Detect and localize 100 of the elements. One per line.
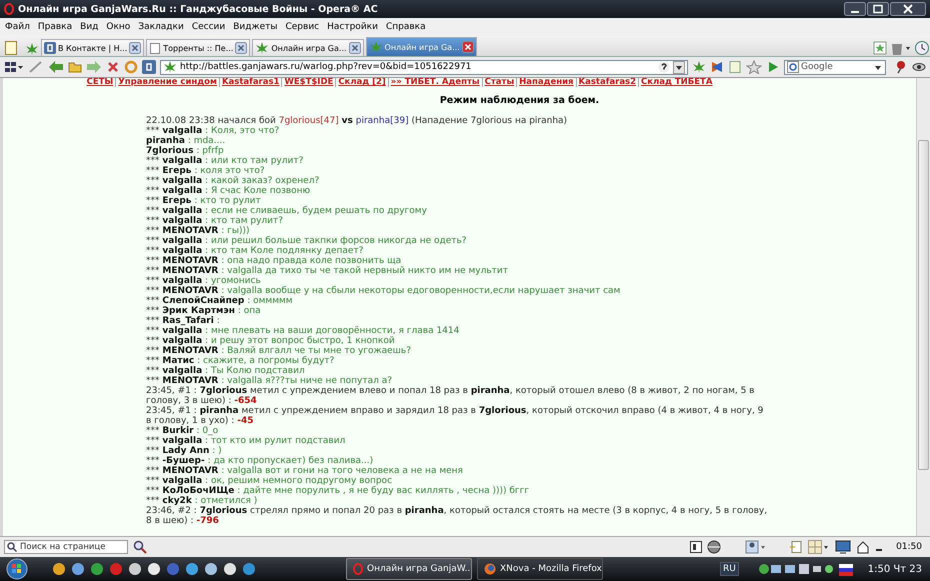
system-marker: *** — [146, 316, 160, 326]
document-icon[interactable] — [789, 540, 804, 554]
stop-icon[interactable] — [106, 60, 120, 74]
chat-message: : тот кто им рулит подставил — [205, 436, 346, 446]
search-icon[interactable] — [133, 540, 147, 554]
address-input[interactable]: http://battles.ganjawars.ru/warlog.php?rev=0&bid=1051622971 — [180, 60, 655, 74]
chat-message: : кто там рулит? — [205, 216, 284, 226]
system-marker: *** — [146, 276, 160, 286]
system-marker: *** — [146, 376, 160, 386]
system-marker: *** — [146, 426, 160, 436]
player-nick: 7glorious — [146, 146, 194, 156]
player-nick: Burkir — [162, 426, 194, 436]
menu-item[interactable]: Вид — [76, 22, 102, 32]
battle-start-text: 22.10.08 23:38 начался бой — [146, 116, 276, 126]
system-marker: *** — [146, 306, 160, 316]
user-icon[interactable] — [745, 540, 768, 554]
chat-message: : кто то рулит — [194, 196, 261, 206]
browser-tab[interactable]: Онлайн игра Ga... — [252, 39, 364, 56]
system-marker: *** — [146, 296, 160, 306]
search-input[interactable]: Google — [801, 60, 871, 74]
menu-item[interactable]: Справка — [382, 22, 430, 32]
taskbar-button[interactable]: Онлайн игра GanjaW... — [346, 558, 472, 580]
menu-item[interactable]: Файл — [1, 22, 34, 32]
system-marker: *** — [146, 446, 160, 456]
chat-message: : pfrfp — [196, 146, 224, 156]
search-field[interactable]: Google — [784, 60, 886, 74]
find-input[interactable]: Поиск на странице — [20, 541, 126, 553]
eye-icon[interactable] — [912, 60, 926, 74]
system-marker: *** — [146, 196, 160, 206]
player-nick: valgalla — [162, 126, 202, 136]
clock-icon[interactable] — [914, 40, 930, 56]
player-nick: Матис — [162, 356, 194, 366]
minimize-icon[interactable] — [844, 2, 866, 16]
close-icon[interactable] — [129, 42, 142, 54]
menu-item[interactable]: Сервис — [281, 22, 324, 32]
nav-link[interactable]: Нападения — [516, 78, 576, 87]
app-icon[interactable] — [223, 562, 237, 576]
menu-item[interactable]: Закладки — [134, 22, 188, 32]
player-nick: Ras_Tafari — [162, 316, 214, 326]
system-marker: *** — [146, 366, 160, 376]
app-icon[interactable] — [204, 562, 218, 576]
menu-item[interactable]: Виджеты — [229, 22, 282, 32]
system-marker: *** — [146, 236, 160, 246]
chat-message: : valgalla вот и гони на того человека а не на меня — [221, 466, 463, 476]
tray-icons-drawing[interactable] — [758, 562, 855, 576]
close-icon[interactable] — [235, 42, 248, 54]
app-icon[interactable] — [147, 562, 161, 576]
nav-link[interactable]: СЕТЫ — [84, 78, 116, 87]
play-icon[interactable] — [766, 60, 780, 74]
player-nick: MENOTAVR — [162, 346, 218, 356]
star-icon[interactable] — [746, 60, 762, 74]
scrollbar[interactable] — [916, 78, 930, 536]
back-icon[interactable] — [48, 60, 64, 74]
search-icon — [7, 542, 17, 552]
start-orb-icon[interactable] — [4, 558, 30, 580]
nav-link[interactable]: »» ТИБЕТ. Адепты — [388, 78, 482, 87]
menu-item[interactable]: Окно — [102, 22, 134, 32]
home-icon[interactable] — [856, 540, 870, 554]
find-field[interactable]: Поиск на странице — [4, 540, 128, 554]
folder-icon[interactable] — [68, 60, 82, 74]
player-nick: valgalla — [162, 216, 202, 226]
chat-message: : если не сливаешь, будем решать по другому — [205, 206, 427, 216]
system-marker: *** — [146, 456, 160, 466]
close-icon[interactable] — [462, 41, 474, 53]
maximize-icon[interactable] — [867, 2, 889, 16]
dropdown-caret-icon[interactable] — [673, 60, 685, 74]
app-icon[interactable] — [185, 562, 199, 576]
chat-message: : оммммм — [247, 296, 293, 306]
browser-tab[interactable]: В Контакте | Н... — [41, 39, 144, 56]
browser-tab[interactable]: Торренты :: Пе... — [146, 39, 250, 56]
app-icon[interactable] — [71, 562, 85, 576]
nav-link[interactable]: Склад ТИБЕТА — [638, 78, 714, 87]
app-icon[interactable] — [128, 562, 142, 576]
menu-item[interactable]: Настройки — [323, 22, 382, 32]
app-icon[interactable] — [52, 562, 66, 576]
bookmark-add-icon[interactable] — [872, 40, 888, 56]
versus-label: vs — [342, 116, 353, 126]
panels-icon[interactable] — [4, 60, 24, 74]
taskbar-button[interactable]: XNova - Mozilla Firefox — [477, 558, 603, 580]
system-marker: *** — [146, 126, 160, 136]
close-icon[interactable] — [890, 2, 926, 16]
nav-link[interactable]: Статы — [482, 78, 516, 87]
player-nick: valgalla — [162, 276, 202, 286]
chat-message: : гы))) — [221, 226, 250, 236]
monitor-icon[interactable] — [835, 540, 852, 554]
taskbar-clock[interactable]: 1:50 Чт 23 — [860, 564, 926, 574]
system-marker: *** — [146, 476, 160, 486]
close-icon[interactable] — [348, 42, 361, 54]
browser-tab[interactable]: Онлайн игра Ga... — [366, 37, 477, 56]
language-indicator[interactable]: RU — [720, 562, 739, 576]
menu-item[interactable]: Сессии — [188, 22, 230, 32]
address-field[interactable]: http://battles.ganjawars.ru/warlog.php?rev=0&bid=1051622971 — [160, 60, 688, 74]
player-nick: MENOTAVR — [162, 256, 218, 266]
pin-icon[interactable] — [894, 60, 908, 74]
player-nick: Эрик Картмэн — [162, 306, 235, 316]
hit-description: 23:46, #2 : 7glorious стрелял прямо и попал 20 раз в piranha, который остался стоять на месте (3 в корпус, 4 в ногу, 5 в голову, 8 в шею) : -796 — [146, 506, 768, 526]
nav-link[interactable]: Управление синдом — [115, 78, 219, 87]
menu-item[interactable]: Правка — [34, 22, 76, 32]
chat-message: : valgalla я???ты ниче не попутал а? — [221, 376, 392, 386]
panel-icon[interactable] — [690, 541, 702, 553]
